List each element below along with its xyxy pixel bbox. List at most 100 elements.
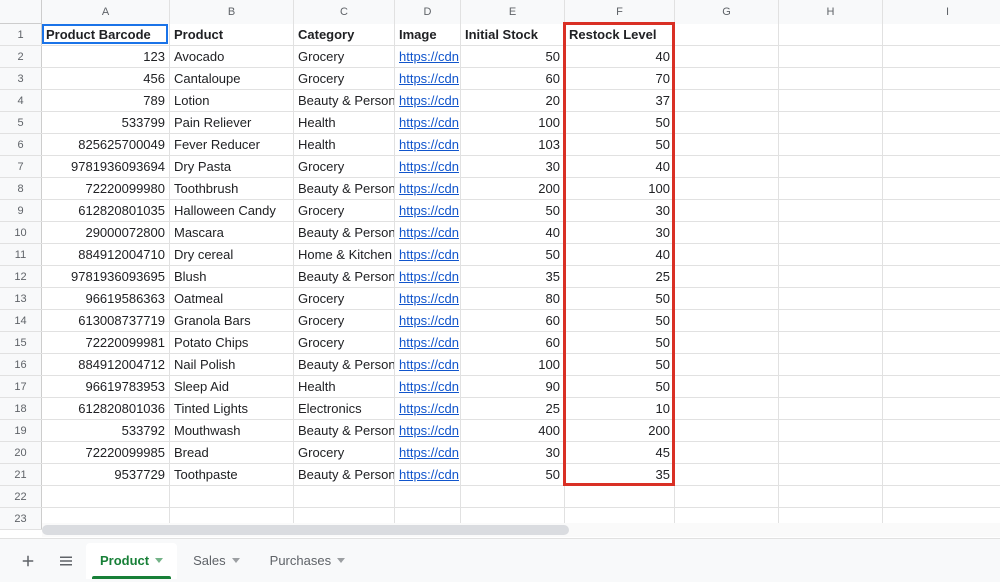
cell-empty[interactable] bbox=[883, 200, 1000, 222]
cell-image[interactable]: https://cdn bbox=[395, 332, 461, 354]
cell-initial-stock[interactable]: 50 bbox=[461, 200, 565, 222]
grid[interactable]: ABCDEFGHI 1Product BarcodeProductCategor… bbox=[0, 0, 1000, 523]
cell-barcode[interactable]: 533792 bbox=[42, 420, 170, 442]
cell-empty[interactable] bbox=[883, 398, 1000, 420]
cell-empty[interactable] bbox=[675, 46, 779, 68]
image-link[interactable]: https://cdn bbox=[399, 423, 459, 438]
cell-category[interactable]: Electronics bbox=[294, 398, 395, 420]
cell-barcode[interactable]: 123 bbox=[42, 46, 170, 68]
cell-empty[interactable] bbox=[883, 90, 1000, 112]
cell-initial-stock[interactable]: 50 bbox=[461, 46, 565, 68]
row-number[interactable]: 19 bbox=[0, 420, 42, 441]
row-number[interactable]: 18 bbox=[0, 398, 42, 419]
cell-empty[interactable] bbox=[565, 486, 675, 508]
cell-initial-stock[interactable]: 40 bbox=[461, 222, 565, 244]
cell-category[interactable]: Grocery bbox=[294, 68, 395, 90]
cell-empty[interactable] bbox=[294, 486, 395, 508]
cell-image[interactable]: https://cdn bbox=[395, 244, 461, 266]
cell-product[interactable]: Oatmeal bbox=[170, 288, 294, 310]
cell-image[interactable]: https://cdn bbox=[395, 420, 461, 442]
image-link[interactable]: https://cdn bbox=[399, 335, 459, 350]
cell-barcode[interactable]: 612820801035 bbox=[42, 200, 170, 222]
cell-empty[interactable] bbox=[675, 398, 779, 420]
cell-empty[interactable] bbox=[883, 46, 1000, 68]
cell-image[interactable]: https://cdn bbox=[395, 46, 461, 68]
image-link[interactable]: https://cdn bbox=[399, 379, 459, 394]
cell-empty[interactable] bbox=[779, 442, 883, 464]
header-cell-B[interactable]: Product bbox=[170, 24, 294, 46]
cell-empty[interactable] bbox=[779, 288, 883, 310]
row-number[interactable]: 15 bbox=[0, 332, 42, 353]
chevron-down-icon[interactable] bbox=[232, 558, 240, 563]
cell-empty[interactable] bbox=[675, 288, 779, 310]
cell-product[interactable]: Cantaloupe bbox=[170, 68, 294, 90]
header-cell-D[interactable]: Image bbox=[395, 24, 461, 46]
cell-empty[interactable] bbox=[883, 464, 1000, 486]
cell-category[interactable]: Beauty & Personal bbox=[294, 222, 395, 244]
cell-empty[interactable] bbox=[675, 112, 779, 134]
cell-image[interactable]: https://cdn bbox=[395, 288, 461, 310]
cell-category[interactable]: Grocery bbox=[294, 200, 395, 222]
cell-category[interactable]: Home & Kitchen bbox=[294, 244, 395, 266]
cell-image[interactable]: https://cdn bbox=[395, 376, 461, 398]
cell-empty[interactable] bbox=[395, 486, 461, 508]
cell-category[interactable]: Health bbox=[294, 134, 395, 156]
row-number[interactable]: 2 bbox=[0, 46, 42, 67]
cell-empty[interactable] bbox=[883, 222, 1000, 244]
cell-empty[interactable] bbox=[675, 310, 779, 332]
row-number[interactable]: 12 bbox=[0, 266, 42, 287]
cell-empty[interactable] bbox=[883, 442, 1000, 464]
image-link[interactable]: https://cdn bbox=[399, 159, 459, 174]
cell-barcode[interactable]: 29000072800 bbox=[42, 222, 170, 244]
cell-restock-level[interactable]: 35 bbox=[565, 464, 675, 486]
cell-category[interactable]: Grocery bbox=[294, 46, 395, 68]
cell-category[interactable]: Health bbox=[294, 112, 395, 134]
cell-empty[interactable] bbox=[675, 156, 779, 178]
row-number[interactable]: 6 bbox=[0, 134, 42, 155]
cell-barcode[interactable]: 789 bbox=[42, 90, 170, 112]
cell-restock-level[interactable]: 40 bbox=[565, 156, 675, 178]
cell-restock-level[interactable]: 200 bbox=[565, 420, 675, 442]
cell-image[interactable]: https://cdn bbox=[395, 398, 461, 420]
cell-empty[interactable] bbox=[779, 354, 883, 376]
image-link[interactable]: https://cdn bbox=[399, 137, 459, 152]
row-number[interactable]: 5 bbox=[0, 112, 42, 133]
row-number[interactable]: 10 bbox=[0, 222, 42, 243]
cell-initial-stock[interactable]: 30 bbox=[461, 156, 565, 178]
row-number[interactable]: 8 bbox=[0, 178, 42, 199]
cell-empty[interactable] bbox=[883, 354, 1000, 376]
cell-category[interactable]: Grocery bbox=[294, 332, 395, 354]
cell-restock-level[interactable]: 50 bbox=[565, 112, 675, 134]
cell-empty[interactable] bbox=[779, 310, 883, 332]
column-header-F[interactable]: F bbox=[565, 0, 675, 24]
cell-empty[interactable] bbox=[779, 68, 883, 90]
cell-initial-stock[interactable]: 50 bbox=[461, 464, 565, 486]
cell-empty[interactable] bbox=[779, 420, 883, 442]
cell-empty[interactable] bbox=[883, 112, 1000, 134]
cell-empty[interactable] bbox=[675, 222, 779, 244]
image-link[interactable]: https://cdn bbox=[399, 247, 459, 262]
cell-restock-level[interactable]: 50 bbox=[565, 332, 675, 354]
cell-barcode[interactable]: 612820801036 bbox=[42, 398, 170, 420]
image-link[interactable]: https://cdn bbox=[399, 401, 459, 416]
cell-empty[interactable] bbox=[779, 156, 883, 178]
cell-empty[interactable] bbox=[675, 68, 779, 90]
cell-barcode[interactable]: 533799 bbox=[42, 112, 170, 134]
cell-category[interactable]: Grocery bbox=[294, 442, 395, 464]
cell-category[interactable]: Grocery bbox=[294, 310, 395, 332]
sheet-tab-purchases[interactable]: Purchases bbox=[256, 543, 359, 579]
image-link[interactable]: https://cdn bbox=[399, 357, 459, 372]
image-link[interactable]: https://cdn bbox=[399, 313, 459, 328]
cell-image[interactable]: https://cdn bbox=[395, 354, 461, 376]
cell-product[interactable]: Avocado bbox=[170, 46, 294, 68]
cell-product[interactable]: Sleep Aid bbox=[170, 376, 294, 398]
cell-restock-level[interactable]: 100 bbox=[565, 178, 675, 200]
cell-barcode[interactable]: 9781936093694 bbox=[42, 156, 170, 178]
column-header-A[interactable]: A bbox=[42, 0, 170, 24]
cell-image[interactable]: https://cdn bbox=[395, 156, 461, 178]
cell-empty[interactable] bbox=[675, 134, 779, 156]
cell-barcode[interactable]: 884912004710 bbox=[42, 244, 170, 266]
cell-empty[interactable] bbox=[675, 486, 779, 508]
row-number[interactable]: 17 bbox=[0, 376, 42, 397]
cell-empty[interactable] bbox=[675, 90, 779, 112]
